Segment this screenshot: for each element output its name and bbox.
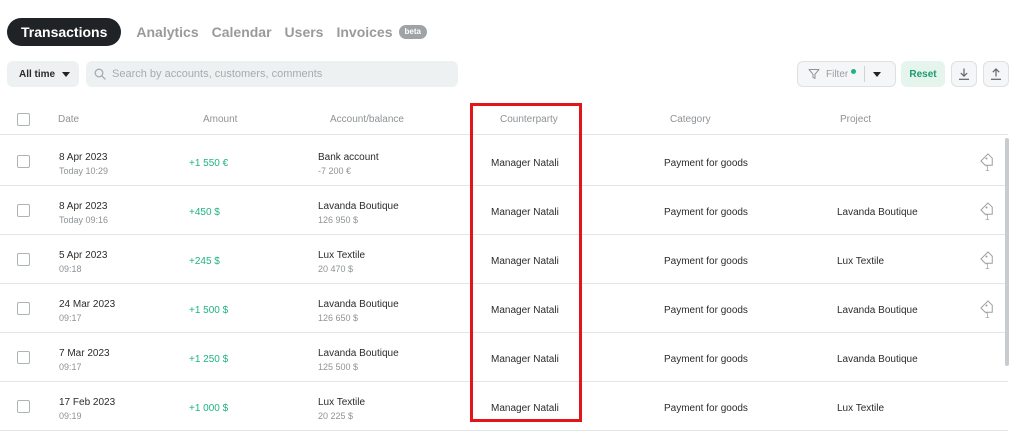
- table-row[interactable]: 8 Apr 2023 Today 09:16 +450 $ Lavanda Bouti…: [0, 186, 1008, 235]
- tab-calendar[interactable]: Calendar: [212, 18, 272, 46]
- filter-active-dot: [851, 68, 857, 74]
- row-account: Bank account: [318, 152, 379, 163]
- row-project: Lux Textile: [837, 403, 885, 414]
- row-date: 8 Apr 2023: [59, 152, 108, 163]
- row-time: 09:17: [59, 313, 82, 323]
- main-tabs: Transactions Analytics Calendar Users In…: [7, 18, 440, 46]
- row-time: 09:19: [59, 411, 82, 421]
- row-amount: +450 $: [189, 207, 220, 218]
- column-header-amount[interactable]: Amount: [203, 114, 237, 125]
- reset-label: Reset: [909, 68, 937, 80]
- row-date: 24 Mar 2023: [59, 299, 116, 310]
- row-counterparty: Manager Natali: [491, 158, 559, 169]
- row-category: Payment for goods: [664, 158, 748, 169]
- row-checkbox[interactable]: [17, 302, 30, 315]
- row-time: Today 10:29: [59, 166, 109, 176]
- filter-label: Filter: [826, 68, 849, 80]
- column-header-date[interactable]: Date: [58, 114, 79, 125]
- chevron-down-icon: [62, 71, 71, 77]
- row-balance: 125 500 $: [318, 362, 359, 372]
- row-category: Payment for goods: [664, 354, 748, 365]
- row-amount: +1 550 €: [189, 158, 229, 169]
- row-checkbox[interactable]: [17, 253, 30, 266]
- tag-count: 1: [985, 213, 990, 222]
- filter-separator: [864, 66, 866, 82]
- row-amount: +1 500 $: [189, 305, 229, 316]
- column-header-counterparty[interactable]: Counterparty: [500, 114, 558, 125]
- row-time: 09:17: [59, 362, 82, 372]
- row-balance: 20 470 $: [318, 264, 354, 274]
- row-date: 8 Apr 2023: [59, 201, 108, 212]
- tab-analytics[interactable]: Analytics: [136, 18, 198, 46]
- search-icon: [94, 68, 106, 80]
- row-counterparty: Manager Natali: [491, 305, 559, 316]
- table-row[interactable]: 17 Feb 2023 09:19 +1 000 $ Lux Textile 20 22…: [0, 382, 1008, 431]
- row-time: Today 09:16: [59, 215, 109, 225]
- upload-icon: [991, 68, 1001, 80]
- row-category: Payment for goods: [664, 256, 748, 267]
- filter-icon: [808, 69, 820, 79]
- select-all-checkbox[interactable]: [17, 113, 30, 126]
- beta-badge: beta: [398, 25, 427, 39]
- filter-dropdown-icon[interactable]: [873, 71, 882, 77]
- row-category: Payment for goods: [664, 403, 748, 414]
- table-row[interactable]: 5 Apr 2023 09:18 +245 $ Lux Textile 20 470 $…: [0, 235, 1008, 284]
- tag-count: 1: [985, 311, 990, 320]
- vertical-scrollbar[interactable]: [1005, 138, 1009, 366]
- row-date: 7 Mar 2023: [59, 348, 110, 359]
- row-account: Lavanda Boutique: [318, 299, 399, 310]
- row-project: Lavanda Boutique: [837, 305, 918, 316]
- row-balance: 126 950 $: [318, 215, 359, 225]
- table-row[interactable]: 8 Apr 2023 Today 10:29 +1 550 € Bank accoun…: [0, 137, 1008, 186]
- search-input[interactable]: [112, 68, 452, 80]
- tag-count: 1: [985, 164, 990, 173]
- row-counterparty: Manager Natali: [491, 354, 559, 365]
- reset-button[interactable]: Reset: [901, 61, 945, 87]
- row-counterparty: Manager Natali: [491, 403, 559, 414]
- column-header-category[interactable]: Category: [670, 114, 711, 125]
- period-label: All time: [19, 68, 56, 80]
- period-dropdown[interactable]: All time: [7, 61, 79, 87]
- table-row[interactable]: 24 Mar 2023 09:17 +1 500 $ Lavanda Boutique…: [0, 284, 1008, 333]
- table-header: Date Amount Account/balance Counterparty…: [0, 104, 1008, 135]
- column-header-project[interactable]: Project: [840, 114, 871, 125]
- row-account: Lavanda Boutique: [318, 348, 399, 359]
- row-project: Lux Textile: [837, 256, 885, 267]
- row-balance: 126 650 $: [318, 313, 359, 323]
- row-account: Lavanda Boutique: [318, 201, 399, 212]
- row-amount: +245 $: [189, 256, 220, 267]
- tab-users[interactable]: Users: [285, 18, 324, 46]
- table-row[interactable]: 7 Mar 2023 09:17 +1 250 $ Lavanda Boutique 1…: [0, 333, 1008, 382]
- row-balance: -7 200 €: [318, 166, 352, 176]
- row-date: 17 Feb 2023: [59, 397, 116, 408]
- filter-button[interactable]: Filter: [797, 61, 896, 87]
- search-box[interactable]: [86, 61, 458, 87]
- row-checkbox[interactable]: [17, 204, 30, 217]
- row-account: Lux Textile: [318, 397, 366, 408]
- row-category: Payment for goods: [664, 305, 748, 316]
- row-time: 09:18: [59, 264, 82, 274]
- row-project: Lavanda Boutique: [837, 207, 918, 218]
- row-counterparty: Manager Natali: [491, 256, 559, 267]
- row-category: Payment for goods: [664, 207, 748, 218]
- download-button[interactable]: [951, 61, 977, 87]
- row-checkbox[interactable]: [17, 155, 30, 168]
- row-date: 5 Apr 2023: [59, 250, 108, 261]
- row-counterparty: Manager Natali: [491, 207, 559, 218]
- column-header-account[interactable]: Account/balance: [330, 114, 404, 125]
- row-checkbox[interactable]: [17, 351, 30, 364]
- row-amount: +1 000 $: [189, 403, 229, 414]
- download-icon: [959, 68, 969, 80]
- row-balance: 20 225 $: [318, 411, 354, 421]
- tag-count: 1: [985, 262, 990, 271]
- row-checkbox[interactable]: [17, 400, 30, 413]
- row-project: Lavanda Boutique: [837, 354, 918, 365]
- tab-invoices[interactable]: Invoices beta: [336, 18, 427, 46]
- row-account: Lux Textile: [318, 250, 366, 261]
- tab-transactions[interactable]: Transactions: [7, 18, 122, 46]
- upload-button[interactable]: [983, 61, 1009, 87]
- row-amount: +1 250 $: [189, 354, 229, 365]
